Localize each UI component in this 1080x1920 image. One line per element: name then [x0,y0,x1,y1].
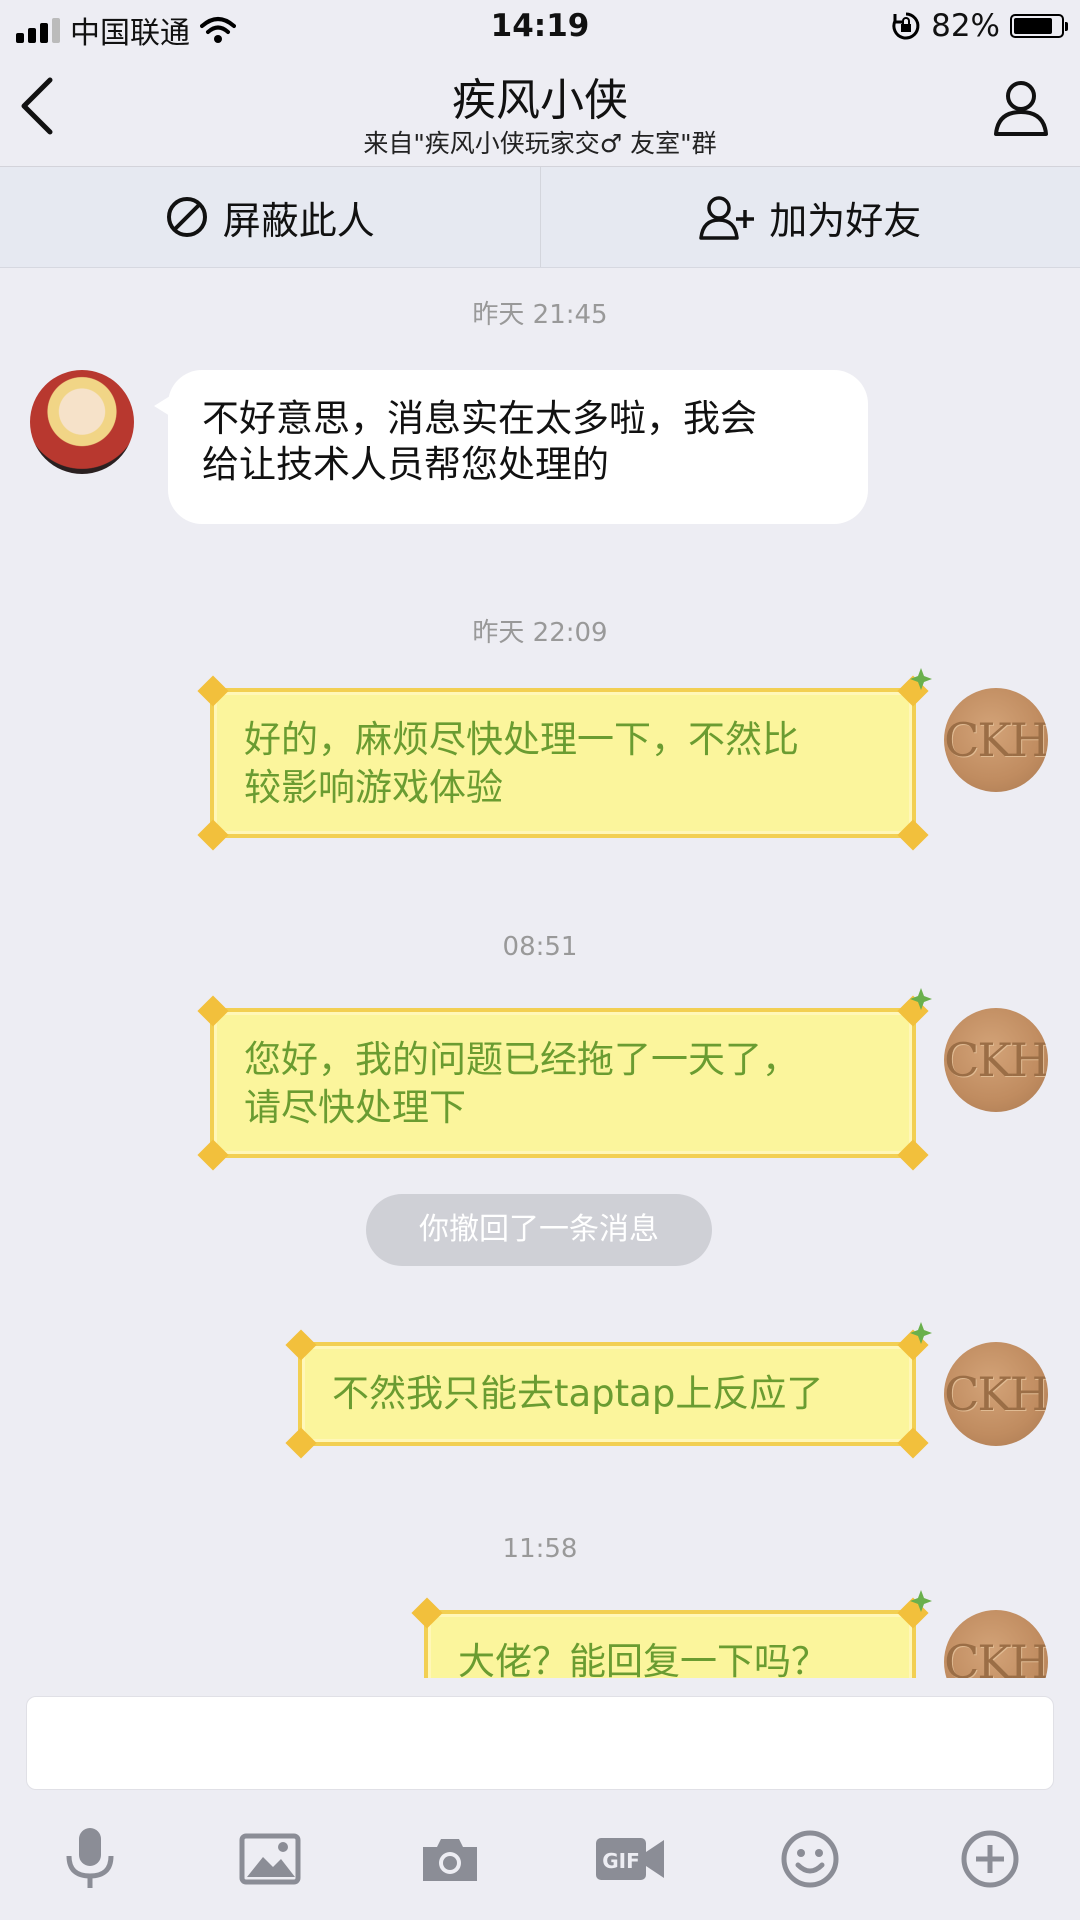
block-user-label: 屏蔽此人 [222,198,375,243]
gif-button[interactable]: GIF [592,1821,668,1897]
block-icon [166,197,207,237]
message-line: 好的，麻烦尽快处理一下，不然比 [244,718,799,761]
leaf-decoration-icon [910,1322,932,1344]
battery-fill [1014,18,1052,34]
my-avatar-text: CKH [944,713,1048,767]
outgoing-message-bubble[interactable]: 不然我只能去taptap上反应了 [285,1322,932,1459]
incoming-message-bubble[interactable]: 不好意思，消息实在太多啦，我会 给让技术人员帮您处理的 [154,370,868,524]
group-source-subtitle: 来自"疾风小侠玩家交♂ 友室"群 [363,129,717,158]
message-line: 不好意思，消息实在太多啦，我会 [202,397,757,440]
leaf-decoration-icon [910,988,932,1010]
message-line: 较影响游戏体验 [244,766,503,809]
camera-icon [423,1839,477,1881]
message-input[interactable] [26,1696,1054,1790]
microphone-icon [66,1828,114,1888]
leaf-decoration-icon [910,1590,932,1612]
outgoing-message-bubble[interactable]: 您好，我的问题已经拖了一天了， 请尽快处理下 [197,988,932,1171]
emoji-button[interactable] [772,1821,848,1897]
status-right: 82% [891,8,1068,44]
emoji-icon [781,1830,839,1888]
chat-messages[interactable]: 昨天 21:45 不好意思，消息实在太多啦，我会 给让技术人员帮您处理的 昨天 … [0,268,1080,1678]
rotation-lock-icon [892,12,920,40]
message-timestamp: 昨天 22:09 [472,618,608,648]
contact-avatar[interactable] [30,370,134,474]
gif-label: GIF [602,1849,640,1873]
outgoing-message-bubble[interactable]: 好的，麻烦尽快处理一下，不然比 较影响游戏体验 [197,668,932,851]
my-avatar[interactable]: CKH [944,1342,1048,1446]
add-friend-button[interactable]: 加为好友 [539,167,1080,267]
add-user-icon [699,196,755,240]
camera-button[interactable] [412,1821,488,1897]
add-friend-label: 加为好友 [769,198,922,243]
status-bar: 中国联通 14:19 82% [0,0,1080,52]
message-timestamp: 11:58 [502,1534,578,1564]
message-line: 大佬？能回复一下吗？ [458,1640,828,1678]
outgoing-message-bubble[interactable]: 大佬？能回复一下吗？ [411,1590,932,1678]
my-avatar[interactable]: CKH [944,1610,1048,1678]
message-line: 您好，我的问题已经拖了一天了， [244,1038,799,1081]
recall-notice: 你撤回了一条消息 [366,1194,712,1266]
image-icon [239,1833,301,1885]
voice-button[interactable] [52,1821,128,1897]
chat-screen: 中国联通 14:19 82% 疾风小侠 来自"疾风小侠玩家交♂ 友室"群 屏蔽此… [0,0,1080,1920]
message-line: 不然我只能去taptap上反应了 [332,1372,824,1415]
plus-circle-icon [961,1830,1019,1888]
block-user-button[interactable]: 屏蔽此人 [0,167,540,267]
more-button[interactable] [952,1821,1028,1897]
my-avatar-text: CKH [944,1635,1048,1678]
message-line: 请尽快处理下 [244,1086,466,1129]
battery-icon [1010,14,1068,38]
gif-icon: GIF [596,1838,664,1880]
my-avatar[interactable]: CKH [944,1008,1048,1112]
nav-header: 疾风小侠 来自"疾风小侠玩家交♂ 友室"群 [0,52,1080,167]
profile-icon[interactable] [992,78,1050,138]
page-title: 疾风小侠 [452,75,628,126]
action-bar: 屏蔽此人 加为好友 [0,167,1080,268]
input-toolbar: GIF [0,1816,1080,1902]
leaf-decoration-icon [910,668,932,690]
image-button[interactable] [232,1821,308,1897]
message-line: 给让技术人员帮您处理的 [202,443,609,486]
my-avatar-text: CKH [944,1033,1048,1087]
battery-percent: 82% [931,8,1000,44]
my-avatar-text: CKH [944,1367,1048,1421]
message-timestamp: 昨天 21:45 [472,300,608,330]
my-avatar[interactable]: CKH [944,688,1048,792]
message-timestamp: 08:51 [502,932,578,962]
